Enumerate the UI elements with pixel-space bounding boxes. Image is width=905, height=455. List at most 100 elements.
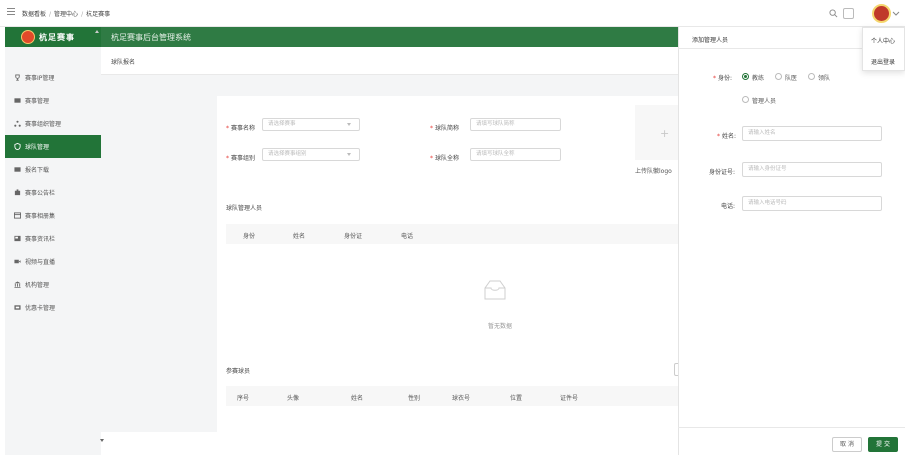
logo-upload-label: 上传队徽logo: [635, 168, 672, 175]
menu-item-profile[interactable]: 个人中心: [871, 36, 895, 45]
column-header: 性别: [408, 395, 421, 402]
top-bar: 数据看板 / 管理中心 / 杭足赛事: [0, 0, 905, 27]
sidebar-item-downloads[interactable]: 报名下载: [5, 158, 101, 181]
name-input[interactable]: 请输入姓名: [742, 126, 882, 141]
identity-radio-manager[interactable]: [742, 96, 749, 103]
sidebar-item-notices[interactable]: 赛事公告栏: [5, 181, 101, 204]
sidebar-item-label: 赛事组织管理: [25, 121, 62, 128]
column-header: 姓名: [351, 395, 364, 402]
card-icon: [14, 305, 21, 310]
divider: [678, 427, 905, 428]
sidebar-item-institutions[interactable]: 机构管理: [5, 273, 101, 296]
sidebar-item-discount-cards[interactable]: 优惠卡管理: [5, 296, 101, 319]
logo-upload-button[interactable]: [635, 105, 678, 160]
identity-option-label: 管理人员: [752, 98, 777, 105]
column-header: 头像: [287, 395, 300, 402]
sidebar-item-label: 优惠卡管理: [25, 305, 56, 312]
submit-button[interactable]: 提 交: [868, 437, 898, 452]
identity-option-label: 教练: [752, 75, 765, 82]
system-title: 杭足赛事后台管理系统: [111, 33, 191, 42]
trophy-icon: [15, 74, 20, 81]
column-header: 身份证: [344, 233, 363, 240]
system-header: 杭足赛事后台管理系统: [101, 27, 678, 47]
logo-emblem-icon: [21, 30, 35, 44]
sidebar-item-albums[interactable]: 赛事相册集: [5, 204, 101, 227]
team-full-label: * 球队全称: [430, 155, 460, 162]
identity-radio-leader[interactable]: [808, 73, 815, 80]
column-header: 电话: [401, 233, 414, 240]
logo-text: 杭足赛事: [39, 33, 75, 42]
sidebar-item-label: 赛事IP管理: [25, 75, 55, 82]
scroll-up-icon[interactable]: [95, 30, 99, 33]
avatar[interactable]: [872, 4, 891, 23]
news-icon: [14, 235, 21, 242]
video-icon: [14, 259, 21, 264]
scroll-down-icon[interactable]: [100, 439, 104, 442]
phone-label: 电话:: [721, 203, 736, 210]
phone-input[interactable]: 请输入电话号码: [742, 196, 882, 211]
name-label: * 姓名:: [717, 133, 737, 140]
sidebar-item-label: 赛事相册集: [25, 213, 56, 220]
team-short-input[interactable]: 请填写球队简称: [470, 118, 561, 131]
identity-label: * 身份:: [713, 75, 733, 82]
drawer-title: 添加管理人员: [692, 37, 729, 44]
event-group-select[interactable]: 请选择赛事组别: [262, 148, 360, 161]
menu-toggle-icon[interactable]: [7, 8, 15, 16]
column-header: 球衣号: [452, 395, 471, 402]
players-table-header: 序号 头像 姓名 性别 球衣号 位置 证件号: [226, 386, 678, 406]
identity-option-label: 领队: [818, 75, 831, 82]
sidebar-item-label: 赛事公告栏: [25, 190, 56, 197]
shield-icon: [14, 143, 21, 150]
sidebar-item-label: 赛事资讯栏: [25, 236, 56, 243]
fullscreen-icon[interactable]: [843, 8, 854, 19]
identity-radio-coach[interactable]: [742, 73, 749, 80]
album-icon: [14, 212, 21, 219]
download-icon: [14, 167, 21, 172]
players-section-title: 参赛球员: [226, 368, 251, 375]
org-icon: [14, 120, 21, 127]
menu-item-logout[interactable]: 退出登录: [871, 57, 895, 66]
team-short-label: * 球队简称: [430, 125, 460, 132]
column-header: 姓名: [293, 233, 306, 240]
chevron-down-icon: [347, 153, 351, 156]
sidebar-item-label: 球队管理: [25, 144, 50, 151]
event-name-label: * 赛事名称: [226, 125, 256, 132]
form-card: [217, 96, 678, 432]
id-number-input[interactable]: 请输入身份证号: [742, 162, 882, 177]
sidebar-item-video[interactable]: 视频与直播: [5, 250, 101, 273]
team-full-input[interactable]: 请填写球队全称: [470, 148, 561, 161]
search-icon[interactable]: [829, 9, 838, 18]
plus-icon: +: [660, 127, 670, 140]
column-header: 证件号: [560, 395, 579, 402]
page-title: 球队报名: [111, 59, 136, 66]
logo: 杭足赛事: [5, 27, 101, 47]
chevron-down-icon[interactable]: [892, 9, 900, 17]
breadcrumb-item[interactable]: 数据看板: [22, 11, 46, 18]
id-number-label: 身份证号:: [709, 169, 736, 176]
breadcrumb-item[interactable]: 管理中心: [54, 11, 78, 18]
sidebar-item-label: 赛事管理: [25, 98, 50, 105]
managers-section-title: 球队管理人员: [226, 205, 263, 212]
sidebar-item-organizations[interactable]: 赛事组织管理: [5, 112, 101, 135]
cancel-button[interactable]: 取 消: [832, 437, 862, 452]
sidebar-item-events[interactable]: 赛事管理: [5, 89, 101, 112]
event-name-select[interactable]: 请选择赛事: [262, 118, 360, 131]
sidebar-item-label: 机构管理: [25, 282, 50, 289]
sidebar-item-event-ip[interactable]: 赛事IP管理: [5, 66, 101, 89]
sidebar-item-news[interactable]: 赛事资讯栏: [5, 227, 101, 250]
notice-icon: [14, 189, 21, 196]
user-dropdown-menu: 个人中心 退出登录: [862, 27, 905, 71]
column-header: 位置: [510, 395, 523, 402]
sidebar-menu: 赛事IP管理 赛事管理 赛事组织管理 球队管理 报名下载 赛事公告栏 赛事相册集: [5, 66, 101, 319]
event-group-label: * 赛事组别: [226, 155, 256, 162]
grid-icon: [14, 98, 21, 103]
breadcrumb: 数据看板 / 管理中心 / 杭足赛事: [22, 11, 111, 18]
empty-state-text: 暂无数据: [488, 323, 513, 330]
sidebar: 杭足赛事 赛事IP管理 赛事管理 赛事组织管理 球队管理 报名下载 赛事公告栏: [5, 27, 104, 455]
sidebar-item-teams[interactable]: 球队管理: [5, 135, 101, 158]
breadcrumb-item: 杭足赛事: [86, 11, 111, 18]
identity-radio-doctor[interactable]: [775, 73, 782, 80]
column-header: 身份: [243, 233, 256, 240]
sidebar-item-label: 视频与直播: [25, 259, 56, 266]
chevron-down-icon: [347, 123, 351, 126]
